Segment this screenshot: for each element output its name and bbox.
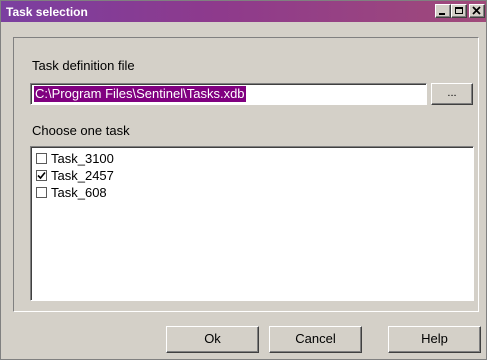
ok-button[interactable]: Ok <box>166 326 259 353</box>
maximize-button[interactable] <box>451 4 467 18</box>
minimize-icon <box>439 13 445 15</box>
task-checkbox-unchecked[interactable] <box>36 187 47 199</box>
close-icon <box>472 6 481 15</box>
task-checkbox-unchecked[interactable] <box>36 153 47 165</box>
maximize-icon <box>455 7 463 14</box>
task-checkbox-checked[interactable] <box>36 170 47 182</box>
task-file-value: C:\Program Files\Sentinel\Tasks.xdb <box>34 86 246 102</box>
task-item-label: Task_2457 <box>51 168 114 183</box>
window-title: Task selection <box>6 5 88 19</box>
task-item[interactable]: Task_3100 <box>36 151 114 167</box>
task-item[interactable]: Task_2457 <box>36 168 114 184</box>
task-item-label: Task_3100 <box>51 151 114 166</box>
minimize-button[interactable] <box>435 4 451 18</box>
help-button[interactable]: Help <box>388 326 481 353</box>
task-file-input[interactable]: C:\Program Files\Sentinel\Tasks.xdb <box>30 83 427 105</box>
browse-button[interactable]: ... <box>431 83 473 105</box>
task-list-label: Choose one task <box>32 123 130 138</box>
cancel-button[interactable]: Cancel <box>269 326 362 353</box>
task-item-label: Task_608 <box>51 185 107 200</box>
task-selection-dialog: Task selection Task definition file C:\P… <box>0 0 487 360</box>
checkmark-icon <box>37 172 46 180</box>
task-item[interactable]: Task_608 <box>36 185 107 201</box>
task-list[interactable]: Task_3100 Task_2457 Task_608 <box>30 146 474 301</box>
task-file-label: Task definition file <box>32 58 135 73</box>
close-button[interactable] <box>469 4 485 18</box>
title-bar[interactable]: Task selection <box>1 1 486 22</box>
